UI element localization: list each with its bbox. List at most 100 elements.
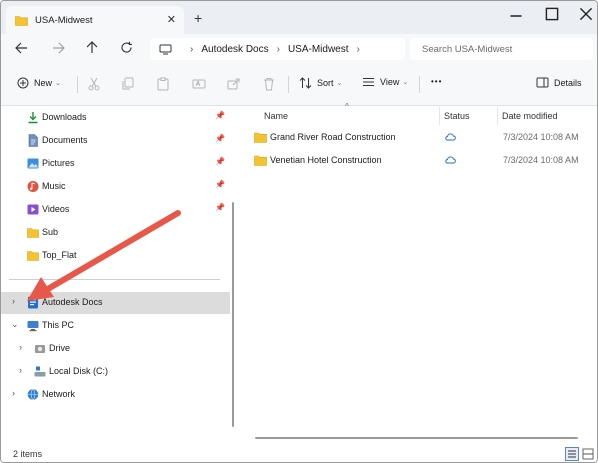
new-label: New (34, 78, 53, 88)
cloud-icon (445, 133, 456, 141)
nav-label: Drive (49, 343, 71, 353)
paste-icon[interactable] (156, 77, 170, 91)
back-arrow-icon[interactable] (15, 42, 28, 54)
more-options-button[interactable]: ••• (431, 77, 442, 86)
file-explorer-window: USA-Midwest ✕ + › Autodesk Docs › USA-Mi… (0, 0, 598, 463)
tab-usa-midwest[interactable]: USA-Midwest ✕ (6, 6, 184, 34)
column-divider[interactable] (439, 107, 440, 125)
command-bar: New ⌄ Sort ⌄ View ⌄ ••• Details (1, 63, 597, 106)
breadcrumb-chevron-icon[interactable]: › (357, 44, 360, 55)
date-modified: 7/3/2024 10:08 AM (503, 132, 579, 142)
chevron-right-icon[interactable]: › (12, 296, 15, 306)
folder-icon (15, 15, 28, 26)
chevron-right-icon[interactable]: › (19, 365, 22, 375)
pin-icon[interactable]: 📌 (215, 203, 225, 212)
forward-arrow-icon[interactable] (52, 42, 65, 54)
address-field[interactable]: › Autodesk Docs › USA-Midwest › (150, 38, 405, 60)
chevron-down-icon: ⌄ (402, 79, 409, 86)
item-count: 2 items (13, 449, 43, 459)
maximize-icon[interactable] (542, 7, 562, 21)
chevron-down-icon[interactable]: ⌄ (11, 319, 19, 330)
cut-icon[interactable] (87, 77, 101, 91)
video-icon (27, 204, 39, 215)
pin-icon[interactable]: 📌 (215, 180, 225, 189)
rename-icon[interactable] (192, 77, 206, 91)
delete-icon[interactable] (262, 77, 276, 91)
cloud-icon (445, 156, 456, 164)
nav-item-drive[interactable]: › Drive (1, 338, 230, 360)
pin-icon[interactable]: 📌 (215, 134, 225, 143)
nav-item-network[interactable]: › Network (1, 384, 230, 406)
nav-divider (9, 279, 220, 280)
column-header-date-modified[interactable]: Date modified (502, 111, 558, 121)
breadcrumb-autodesk-docs[interactable]: Autodesk Docs (201, 44, 268, 55)
up-arrow-icon[interactable] (86, 41, 98, 54)
tiles-view-icon[interactable] (582, 448, 594, 460)
search-box[interactable] (410, 38, 593, 60)
folder-icon (254, 155, 267, 166)
divider (288, 76, 289, 93)
pin-icon[interactable]: 📌 (215, 111, 225, 120)
column-divider[interactable] (497, 107, 498, 125)
details-button[interactable]: Details (536, 77, 582, 88)
details-view-button[interactable] (565, 447, 579, 461)
minimize-icon[interactable] (506, 9, 526, 23)
table-row[interactable]: Grand River Road Construction 7/3/2024 1… (254, 127, 597, 149)
nav-item-this-pc[interactable]: ⌄ This PC (1, 315, 230, 337)
chevron-right-icon[interactable]: › (19, 342, 22, 352)
horizontal-scrollbar[interactable] (255, 437, 578, 439)
file-name: Grand River Road Construction (270, 132, 396, 142)
download-icon (28, 112, 38, 124)
new-tab-button[interactable]: + (194, 10, 202, 26)
table-row[interactable]: Venetian Hotel Construction 7/3/2024 10:… (254, 150, 597, 172)
pc-icon (27, 321, 39, 332)
chevron-right-icon[interactable]: › (12, 388, 15, 398)
sort-label: Sort (317, 78, 334, 88)
nav-label: Top_Flat (42, 250, 77, 260)
status-bar: 2 items (1, 444, 597, 462)
search-input[interactable] (422, 43, 582, 55)
share-icon[interactable] (227, 77, 241, 91)
tab-title: USA-Midwest (35, 14, 93, 26)
nav-item-pictures[interactable]: Pictures 📌 (1, 153, 230, 175)
copy-icon[interactable] (121, 77, 135, 91)
refresh-icon[interactable] (120, 41, 133, 54)
pin-icon[interactable]: 📌 (215, 157, 225, 166)
nav-scrollbar[interactable] (232, 202, 234, 427)
chevron-down-icon: ⌄ (55, 80, 61, 87)
column-header-status[interactable]: Status (444, 111, 470, 121)
nav-label: Local Disk (C:) (49, 366, 109, 376)
nav-label: Network (42, 389, 76, 399)
view-label: View (380, 77, 400, 87)
column-header-name[interactable]: Name (264, 111, 288, 121)
nav-item-autodesk-docs[interactable]: › Autodesk Docs (1, 292, 230, 314)
view-button[interactable]: View ⌄ (362, 77, 408, 87)
details-view-icon (568, 450, 576, 458)
close-tab-icon[interactable]: ✕ (167, 13, 176, 26)
disk-icon (34, 366, 46, 377)
nav-item-sub[interactable]: Sub (1, 222, 230, 244)
details-pane-icon (536, 77, 549, 88)
new-button[interactable]: New ⌄ (17, 77, 61, 89)
nav-item-music[interactable]: Music 📌 (1, 176, 230, 198)
plus-circle-icon (17, 77, 29, 89)
close-window-icon[interactable] (576, 7, 596, 21)
chevron-down-icon: ⌄ (336, 80, 343, 87)
folder-icon (27, 228, 39, 238)
nav-item-local-disk[interactable]: › Local Disk (C:) (1, 361, 230, 383)
nav-label: Autodesk Docs (42, 297, 103, 307)
navigation-pane: Downloads 📌 Documents 📌 Pictures 📌 Music… (1, 107, 230, 442)
breadcrumb-usa-midwest[interactable]: USA-Midwest (288, 44, 349, 55)
drive-icon (35, 345, 45, 353)
music-icon (27, 181, 39, 192)
sort-icon (299, 77, 312, 89)
breadcrumb-chevron-icon: › (190, 43, 194, 55)
folder-icon (254, 132, 267, 143)
nav-item-top-flat[interactable]: Top_Flat (1, 245, 230, 267)
nav-item-downloads[interactable]: Downloads 📌 (1, 107, 230, 129)
address-toolbar: › Autodesk Docs › USA-Midwest › (1, 34, 597, 63)
divider (77, 76, 78, 93)
sort-button[interactable]: Sort ⌄ (299, 77, 342, 89)
nav-item-documents[interactable]: Documents 📌 (1, 130, 230, 152)
nav-item-videos[interactable]: Videos 📌 (1, 199, 230, 221)
